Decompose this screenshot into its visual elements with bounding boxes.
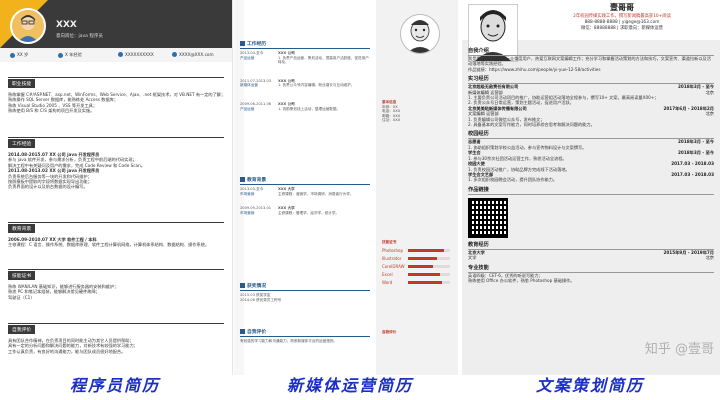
job-intention: 意向岗位：java 程序员	[56, 34, 103, 39]
candidate-name: XXX	[56, 20, 77, 30]
skill-label: Photoshop	[382, 247, 404, 253]
skill-label: CorelDRAW	[382, 263, 405, 269]
text-line: 熟练使用 B/S 和 C/S 架构的项目开发及实施。	[8, 108, 95, 114]
place: 北京	[705, 111, 714, 117]
text-line: 主修课程：C 语言、操作系统、数据库原理、软件工程计算机网络，计算机体系结构、数…	[8, 242, 210, 248]
skill-label: Word	[382, 279, 393, 285]
avatar	[10, 8, 46, 44]
section-title: 实习经历	[468, 75, 714, 85]
caption-programmer: 程序员简历	[69, 376, 160, 395]
bullet-icon	[240, 177, 245, 182]
text-line: 1. 多次组织校园晚会活动，提升团队协作能力。	[468, 177, 558, 183]
skill-label: Illustrator	[382, 255, 402, 261]
section-self-evaluation: 自我评价 具有团队合作精神，在负责项目的同时能主动为其它人员提供帮助； 具有一定…	[8, 316, 224, 354]
section-title: 工作经历	[247, 42, 267, 47]
text-line: 住址：XXX	[382, 118, 401, 123]
skill-label: Excel	[382, 271, 393, 277]
contact-strip: XX 岁 X 年经验 XXXXXXXXXX XXXX@XXX.com	[0, 48, 232, 62]
section-title: 工作经验	[8, 139, 36, 148]
portfolio-link[interactable]: 作品链接：https://www.zhihu.com/people/yi-yue…	[468, 67, 714, 72]
new-media-resume: 工作经历 2013.04-至今 产品运营 XXX 公司 1. 负责产品运营，策划活动…	[234, 0, 374, 375]
role: 文案编辑 运营部	[468, 111, 499, 117]
mail-icon	[172, 52, 177, 57]
text-line: 工作认真负责，有良好的沟通能力，能与团队成员很好地配合。	[8, 348, 126, 354]
skill-fill	[408, 256, 438, 260]
text-line: 驾驶证（C1）	[8, 294, 35, 300]
meta-line: 微信：88888888 | 求职意向：新媒体运营	[581, 26, 663, 31]
text-line: 2. 具备基本的文案写作能力，同时培养综合思考和解决问题的能力。	[468, 122, 595, 128]
bullet-icon	[240, 41, 245, 46]
caption-new-media: 新媒体运营简历	[286, 376, 413, 395]
skill-fill	[408, 272, 440, 276]
bullet-icon	[240, 283, 245, 288]
contact-email: XXXX@XXX.com	[172, 52, 214, 57]
contact-phone: XXXXXXXXXX	[118, 52, 154, 57]
text-line: 有较强的学习能力和沟通能力，熟悉新媒体平台的运营规则。	[240, 339, 338, 343]
caption-copywriting: 文案策划简历	[535, 376, 644, 395]
contact-experience: X 年经验	[58, 52, 82, 58]
programmer-resume: XXX 意向岗位：java 程序员 XX 岁 X 年经验 XXXXXXXXXX …	[0, 0, 233, 375]
list-item: 2013.03-至今 市场营销 XXX 大学 主修课程：营销学、市场调研、消费者行为…	[240, 187, 354, 196]
section-self-evaluation: 自我评价 有较强的学习能力和沟通能力，熟悉新媒体平台的运营规则。	[240, 328, 370, 344]
skill-fill	[408, 264, 434, 268]
watermark: 知乎 @壹哥	[644, 342, 714, 357]
avatar	[400, 14, 440, 54]
section-title: 技能证书	[8, 271, 36, 280]
skill-fill	[408, 248, 444, 252]
section-title: 自我评价	[8, 325, 36, 334]
place: 北京	[705, 89, 714, 95]
section-title: 教育背景	[247, 178, 267, 183]
section-title: 自我评价	[247, 330, 267, 335]
section-title: 技能证书	[382, 240, 397, 244]
section-skills: 职业技能 熟练掌握 C#/ASP.NET、asp.net、WinForms、We…	[8, 70, 224, 114]
contact-age: XX 岁	[10, 52, 28, 58]
section-title: 获奖情况	[247, 284, 267, 289]
section-education: 教育背景 2006.09-2010.07 XX 大学 软件工程 / 本科 主修课…	[8, 215, 224, 248]
section-basic-info: 基本信息 年龄：XX 电话：XXX 邮箱：XXX 住址：XXX	[382, 100, 454, 123]
list-item: 2013.04-至今 产品运营 XXX 公司 1. 负责产品运营，策划活动，提高用户…	[240, 51, 369, 65]
section-title: 职业技能	[8, 79, 36, 88]
section-title: 教育经历	[468, 241, 714, 250]
text-block: 我是壹哥哥，新媒体行业重度用户，热爱互联网文案编辑工作；充分学习和掌握活动策划的…	[468, 56, 711, 67]
section-title: 作品链接	[468, 186, 714, 195]
text-line: 负责界面的设计以及前台数据的设计编写。	[8, 184, 88, 190]
section-title: 自我介绍	[468, 47, 714, 56]
resume-body: 自我介绍 我是壹哥哥，新媒体行业重度用户，热爱互联网文案编辑工作；充分学习和掌握…	[468, 47, 714, 283]
skill-bar: Illustrator	[382, 256, 454, 261]
person-icon	[10, 52, 15, 58]
skill-bar: Word	[382, 280, 454, 285]
section-title: 专业技能	[468, 264, 714, 273]
section-self-evaluation: 自我评价	[382, 330, 454, 335]
section-certificates: 技能证书 熟练 WAN/LAN 基础知识，能够进行服务器的安装和维护； 熟悉 P…	[8, 262, 224, 300]
section-title: 教育背景	[8, 224, 36, 233]
qr-code-icon	[468, 197, 508, 238]
copywriting-resume: 壹哥哥 2年校园传媒实践工作，撰写新闻稿最高获10+阅读 888-8888-88…	[462, 0, 720, 375]
meta-line: 2年校园传媒实践工作，撰写新闻稿最高获10+阅读	[573, 14, 671, 19]
section-work: 工作经历 2013.04-至今 产品运营 XXX 公司 1. 负责产品运营，策划活动…	[240, 40, 370, 111]
skill-bar: Photoshop	[382, 248, 454, 253]
phone-icon	[118, 52, 123, 57]
meta-line: 888-8888-8888 | yigege@163.com	[584, 20, 660, 25]
skill-bar: CorelDRAW	[382, 264, 454, 269]
section-skills: 技能证书 Photoshop Illustrator CorelDRAW Excel W…	[382, 240, 454, 285]
section-title: 自我评价	[382, 330, 397, 334]
bullet-icon	[240, 329, 245, 334]
design-resume: 基本信息 年龄：XX 电话：XXX 邮箱：XXX 住址：XXX 技能证书 Pho…	[376, 0, 458, 375]
skill-fill	[408, 280, 442, 284]
list-item: 2009.09-2013.01 市场营销 XXX 大学 主修课程：管理学、经济学、统…	[240, 206, 340, 215]
skill-bar: Excel	[382, 272, 454, 277]
candidate-name: 壹哥哥	[610, 3, 634, 12]
text-line: 熟练使用 Office 办公软件，熟悉 Photoshop 基础操作。	[468, 277, 575, 283]
section-education: 教育背景 2013.03-至今 市场营销 XXX 大学 主修课程：营销学、市场调研、…	[240, 176, 370, 215]
list-item: 2009.06-2011.06 产品运营 XXX 公司 1. 协助策划线上活动，整理…	[240, 101, 341, 111]
text-line: 2014.06 获优秀员工称号	[240, 297, 282, 302]
section-awards: 获奖情况 2015.03 获奖学金 2014.06 获优秀员工称号	[240, 282, 370, 302]
list-item: 2011.07-2013.03 新媒体运营 XXX 公司 1. 负责公众号内容编辑，…	[240, 78, 355, 88]
section-work: 工作经验 2014.08-2015.07 XX 公司 java 开发程序员 参与…	[8, 130, 224, 190]
briefcase-icon	[58, 52, 63, 58]
